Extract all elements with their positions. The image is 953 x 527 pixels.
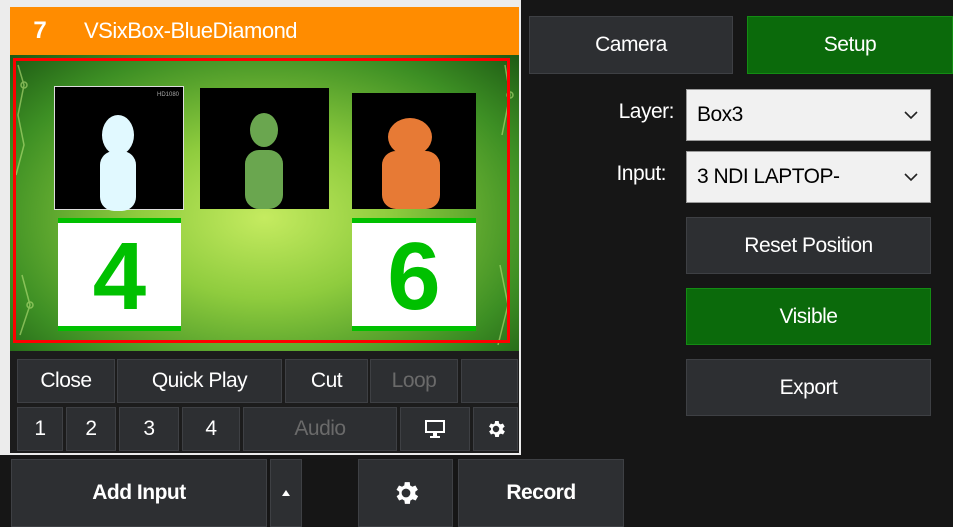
- add-input-menu-button[interactable]: [270, 459, 302, 527]
- settings-button[interactable]: [358, 459, 453, 527]
- monitor-icon: [425, 420, 445, 438]
- layer-value: Box3: [697, 103, 743, 126]
- overlay-4-button[interactable]: 4: [182, 407, 240, 451]
- overlay-3-button[interactable]: 3: [119, 407, 179, 451]
- tab-camera[interactable]: Camera: [529, 16, 733, 74]
- chevron-down-icon: [904, 111, 918, 120]
- visible-button[interactable]: Visible: [686, 288, 931, 345]
- cut-button[interactable]: Cut: [285, 359, 368, 403]
- loop-button[interactable]: Loop: [370, 359, 458, 403]
- quick-play-button[interactable]: Quick Play: [117, 359, 282, 403]
- input-title: VSixBox-BlueDiamond: [84, 18, 298, 43]
- close-button[interactable]: Close: [17, 359, 115, 403]
- audio-button[interactable]: Audio: [243, 407, 397, 451]
- record-button[interactable]: Record: [458, 459, 624, 527]
- overlay-2-button[interactable]: 2: [66, 407, 116, 451]
- export-button[interactable]: Export: [686, 359, 931, 416]
- add-input-button[interactable]: Add Input: [11, 459, 267, 527]
- settings-button-small[interactable]: [473, 407, 518, 451]
- caret-up-icon: [282, 490, 290, 496]
- layer-label: Layer:: [618, 100, 675, 123]
- highlight-box: [13, 58, 510, 343]
- reset-position-button[interactable]: Reset Position: [686, 217, 931, 274]
- input-value: 3 NDI LAPTOP-: [697, 165, 840, 188]
- tab-setup[interactable]: Setup: [747, 16, 953, 74]
- monitor-button[interactable]: [400, 407, 470, 451]
- gear-icon: [488, 421, 505, 437]
- input-number: 7: [33, 17, 47, 44]
- chevron-down-icon: [904, 173, 918, 182]
- overlay-1-button[interactable]: 1: [17, 407, 63, 451]
- layer-select[interactable]: Box3: [686, 89, 931, 141]
- gear-icon: [396, 482, 418, 504]
- input-label: Input:: [616, 162, 666, 185]
- empty-slot: [461, 359, 518, 403]
- input-select[interactable]: 3 NDI LAPTOP-: [686, 151, 931, 203]
